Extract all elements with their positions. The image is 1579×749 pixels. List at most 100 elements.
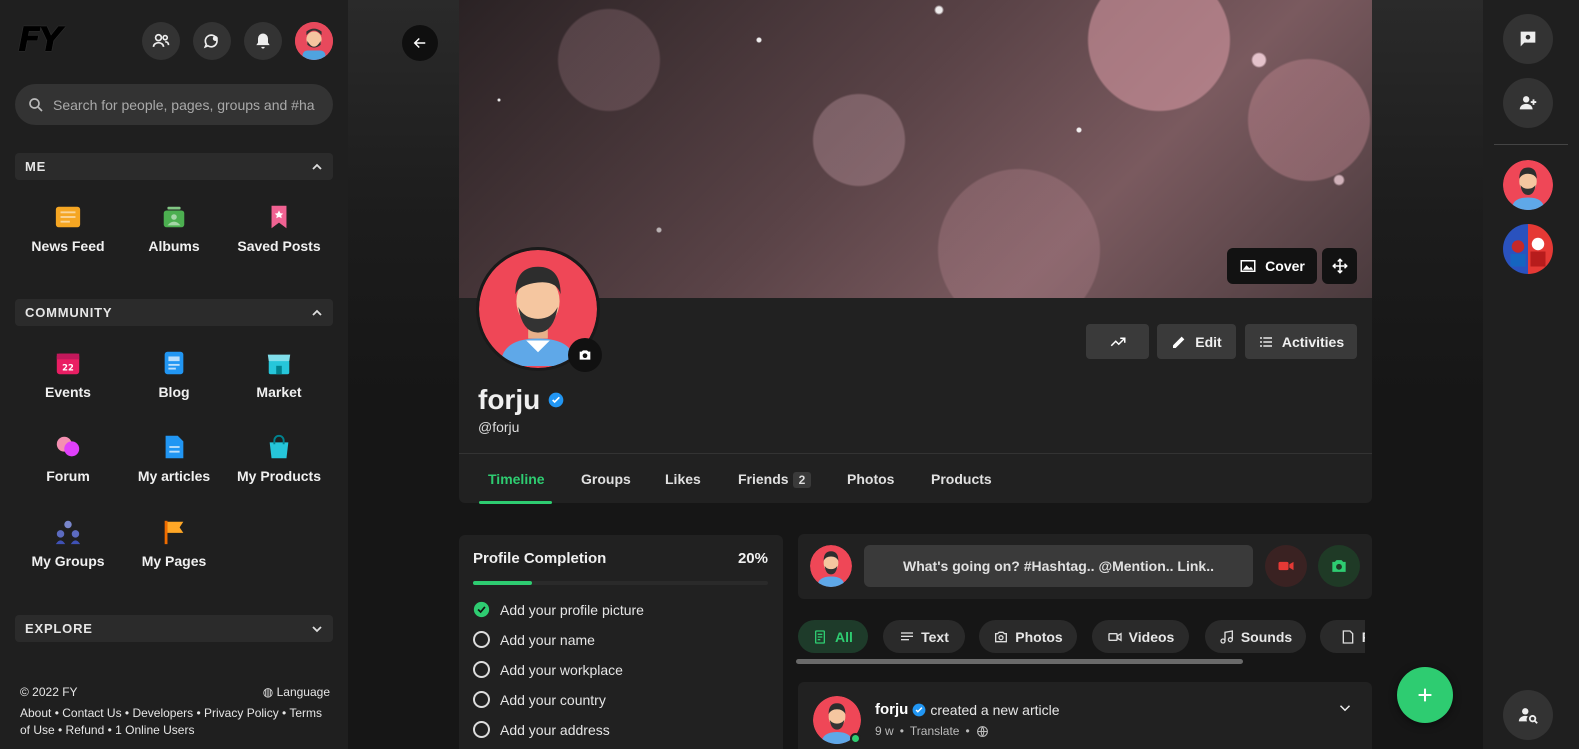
chat-settings-icon bbox=[1520, 31, 1536, 47]
activities-button[interactable]: Activities bbox=[1245, 324, 1357, 359]
composer-input[interactable]: What's going on? #Hashtag.. @Mention.. L… bbox=[864, 545, 1253, 587]
search-bar[interactable] bbox=[15, 84, 333, 125]
add-user-icon bbox=[1519, 96, 1537, 110]
back-button[interactable] bbox=[402, 25, 438, 61]
section-community-title: COMMUNITY bbox=[25, 305, 113, 320]
contact-avatar[interactable] bbox=[1503, 160, 1553, 210]
tab-timeline[interactable]: Timeline bbox=[488, 471, 545, 487]
chevron-up-icon bbox=[312, 163, 322, 170]
online-status-dot bbox=[850, 733, 861, 744]
verified-icon bbox=[548, 392, 564, 408]
nav-my-pages[interactable]: My Pages bbox=[121, 517, 227, 569]
circle-icon bbox=[473, 631, 490, 648]
tab-photos[interactable]: Photos bbox=[847, 471, 894, 487]
edit-profile-button[interactable]: Edit bbox=[1157, 324, 1236, 359]
tab-active-indicator bbox=[479, 501, 552, 504]
filter-label: Videos bbox=[1128, 628, 1175, 645]
contact-avatar[interactable] bbox=[1503, 224, 1553, 274]
completion-item[interactable]: Add your address bbox=[473, 721, 610, 738]
profile-name-row: forju bbox=[478, 384, 564, 416]
post-header: forju created a new article bbox=[875, 701, 1060, 718]
language-link[interactable]: ◍ Language bbox=[263, 684, 330, 701]
change-cover-button[interactable]: Cover bbox=[1227, 248, 1317, 284]
post-composer: What's going on? #Hashtag.. @Mention.. L… bbox=[798, 534, 1372, 599]
tab-groups[interactable]: Groups bbox=[581, 471, 631, 487]
friends-count-badge: 2 bbox=[792, 472, 812, 488]
albums-icon bbox=[159, 202, 189, 232]
copyright: © 2022 FY bbox=[20, 685, 78, 699]
chevron-down-icon[interactable] bbox=[1336, 699, 1354, 717]
filter-label: Text bbox=[921, 628, 949, 645]
live-video-button[interactable] bbox=[1265, 545, 1307, 587]
section-explore[interactable]: EXPLORE bbox=[15, 615, 333, 642]
list-icon bbox=[1259, 336, 1272, 347]
camera-icon bbox=[1332, 560, 1346, 572]
user-avatar[interactable] bbox=[295, 22, 333, 60]
nav-my-articles[interactable]: My articles bbox=[121, 432, 227, 484]
profile-handle: @forju bbox=[478, 419, 520, 435]
filter-photos[interactable]: Photos bbox=[979, 620, 1077, 653]
post-author-avatar[interactable] bbox=[813, 696, 861, 744]
translate-link[interactable]: Translate bbox=[910, 724, 960, 738]
trending-icon bbox=[1110, 337, 1125, 346]
completion-item[interactable]: Add your country bbox=[473, 691, 606, 708]
check-circle-icon bbox=[473, 601, 490, 618]
user-search-icon bbox=[1518, 708, 1538, 724]
photo-upload-button[interactable] bbox=[1318, 545, 1360, 587]
new-chat-button[interactable] bbox=[1503, 14, 1553, 64]
filter-videos[interactable]: Videos bbox=[1092, 620, 1189, 653]
tab-products[interactable]: Products bbox=[931, 471, 992, 487]
create-post-fab[interactable] bbox=[1397, 667, 1453, 723]
tab-friends[interactable]: Friends 2 bbox=[738, 471, 812, 488]
nav-market[interactable]: Market bbox=[226, 348, 332, 400]
language-label: Language bbox=[276, 685, 330, 699]
post-time[interactable]: 9 w bbox=[875, 724, 894, 738]
reposition-cover-button[interactable] bbox=[1322, 248, 1357, 284]
circle-icon bbox=[473, 661, 490, 678]
nav-albums[interactable]: Albums bbox=[121, 202, 227, 254]
filter-text[interactable]: Text bbox=[883, 620, 965, 653]
nav-my-products[interactable]: My Products bbox=[226, 432, 332, 484]
search-input[interactable] bbox=[53, 96, 318, 113]
change-avatar-button[interactable] bbox=[568, 338, 602, 372]
completion-item-label: Add your workplace bbox=[500, 661, 623, 678]
nav-blog[interactable]: Blog bbox=[121, 348, 227, 400]
profile-completion-fill bbox=[473, 581, 532, 585]
completion-item[interactable]: Add your name bbox=[473, 631, 595, 648]
section-explore-title: EXPLORE bbox=[25, 621, 93, 636]
add-friend-button[interactable] bbox=[1503, 78, 1553, 128]
circle-icon bbox=[473, 721, 490, 738]
filter-all[interactable]: All bbox=[798, 620, 868, 653]
left-sidebar: FY ME News Feed bbox=[0, 0, 348, 749]
completion-item[interactable]: Add your profile picture bbox=[473, 601, 644, 618]
footer-links[interactable]: About • Contact Us • Developers • Privac… bbox=[20, 705, 330, 739]
nav-label: Blog bbox=[158, 384, 190, 400]
filters-scrollbar[interactable] bbox=[796, 659, 1243, 664]
filter-files[interactable]: F bbox=[1320, 620, 1365, 653]
nav-events[interactable]: 22 Events bbox=[15, 348, 121, 400]
nav-label: Forum bbox=[46, 468, 90, 484]
completion-item[interactable]: Add your workplace bbox=[473, 661, 623, 678]
tab-likes[interactable]: Likes bbox=[665, 471, 701, 487]
messages-icon[interactable] bbox=[193, 22, 231, 60]
nav-news-feed[interactable]: News Feed bbox=[15, 202, 121, 254]
filter-sounds[interactable]: Sounds bbox=[1205, 620, 1306, 653]
nav-forum[interactable]: Forum bbox=[15, 432, 121, 484]
notifications-icon[interactable] bbox=[244, 22, 282, 60]
filter-label: Photos bbox=[1015, 628, 1063, 645]
stats-button[interactable] bbox=[1086, 324, 1149, 359]
nav-my-groups[interactable]: My Groups bbox=[15, 517, 121, 569]
separator: • bbox=[899, 724, 904, 738]
svg-text:22: 22 bbox=[62, 362, 74, 372]
completion-item-label: Add your name bbox=[500, 631, 595, 648]
friends-icon[interactable] bbox=[142, 22, 180, 60]
pencil-icon bbox=[1173, 336, 1185, 348]
nav-saved-posts[interactable]: Saved Posts bbox=[226, 202, 332, 254]
section-me[interactable]: ME bbox=[15, 153, 333, 180]
search-contacts-button[interactable] bbox=[1503, 690, 1553, 740]
app-logo[interactable]: FY bbox=[18, 20, 63, 60]
post-author-name[interactable]: forju bbox=[875, 701, 908, 718]
completion-item-label: Add your profile picture bbox=[500, 601, 644, 618]
bookmark-icon bbox=[264, 202, 294, 232]
section-community[interactable]: COMMUNITY bbox=[15, 299, 333, 326]
